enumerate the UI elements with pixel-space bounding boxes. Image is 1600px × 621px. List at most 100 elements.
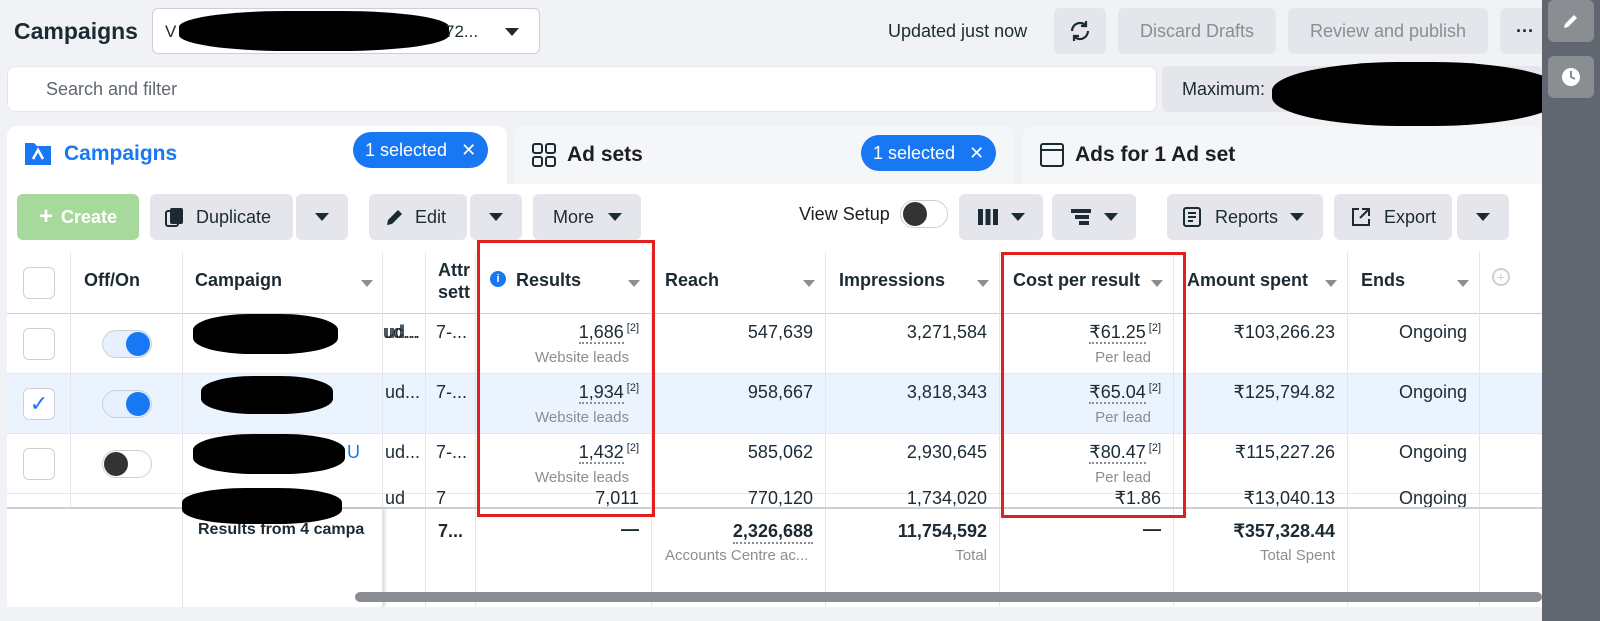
campaign-name-tail: U (347, 442, 360, 462)
header-campaign[interactable]: Campaign (183, 252, 383, 314)
checkbox-cell (7, 314, 71, 373)
chevron-down-icon (315, 213, 329, 221)
add-column-icon[interactable]: + (1492, 268, 1510, 286)
toggle-cell (71, 434, 183, 493)
close-icon[interactable]: ✕ (969, 143, 984, 164)
chevron-down-icon (1476, 213, 1490, 221)
selected-count: 1 selected (873, 142, 956, 163)
table-row[interactable]: ud... ud... 7-... 1,686 [2] Website leads … (7, 314, 1542, 374)
campaigns-selected-pill[interactable]: 1 selected ✕ (353, 132, 489, 168)
table-row[interactable]: U ud... 7-... 1,432 [2] Website leads 585,… (7, 434, 1542, 494)
header-reach[interactable]: Reach (652, 252, 826, 314)
footer-reach: 2,326,688 (732, 521, 813, 544)
grid-icon (532, 143, 556, 167)
export-button[interactable]: Export (1334, 194, 1452, 240)
edit-button[interactable]: Edit (369, 194, 467, 240)
horizontal-scrollbar[interactable] (355, 592, 1542, 602)
ends-value: Ongoing (1398, 442, 1467, 462)
tab-campaigns-label: Campaigns (64, 142, 178, 165)
redaction (201, 376, 333, 414)
reports-button[interactable]: Reports (1167, 194, 1323, 240)
reach-cell: 958,667 (652, 374, 826, 433)
footer-cost: — (1143, 519, 1161, 539)
campaign-name-cell[interactable]: U (183, 434, 383, 493)
header-off-on[interactable]: Off/On (71, 252, 183, 314)
discard-drafts-button[interactable]: Discard Drafts (1118, 8, 1276, 54)
redaction (182, 488, 342, 524)
edit-pencil-button[interactable] (1548, 0, 1594, 42)
history-button[interactable] (1548, 56, 1594, 98)
export-dropdown[interactable] (1457, 194, 1509, 240)
create-button[interactable]: + Create (17, 194, 139, 240)
truncated-text: ud... (385, 382, 421, 402)
row-checkbox[interactable]: ✓ (23, 388, 55, 420)
columns-icon (978, 209, 998, 225)
account-selector[interactable]: V 72... (152, 8, 540, 54)
truncated-text: ud... (385, 442, 421, 462)
adsets-selected-pill[interactable]: 1 selected ✕ (861, 135, 997, 171)
tab-adsets-label: Ad sets (567, 143, 643, 166)
header-ends[interactable]: Ends (1348, 252, 1480, 314)
redaction (193, 434, 345, 474)
tab-ads[interactable]: Ads for 1 Ad set (1023, 126, 1542, 184)
campaign-name-cell[interactable]: ud... (183, 314, 418, 373)
search-bar[interactable] (7, 66, 1157, 112)
close-icon[interactable]: ✕ (461, 140, 476, 161)
header-attribution[interactable]: Attr sett (426, 252, 476, 314)
tab-ads-label: Ads for 1 Ad set (1075, 143, 1236, 166)
columns-button[interactable] (959, 194, 1043, 240)
check-icon: ✓ (29, 391, 49, 416)
header-impressions[interactable]: Impressions (826, 252, 1000, 314)
campaign-table: Off/On Campaign Attr sett i Results Reac… (7, 252, 1542, 607)
duplicate-button[interactable]: Duplicate (150, 194, 293, 240)
refresh-button[interactable] (1054, 8, 1106, 54)
selected-count: 1 selected (365, 139, 448, 160)
tab-adsets[interactable]: Ad sets 1 selected ✕ (515, 126, 1013, 184)
reach-cell: 547,639 (652, 314, 826, 373)
tab-campaigns[interactable]: Campaigns 1 selected ✕ (7, 126, 507, 184)
campaign-toggle[interactable] (102, 330, 152, 358)
campaign-toggle[interactable] (102, 390, 152, 418)
spent-value: ₹13,040.13 (1243, 488, 1335, 508)
table-row[interactable]: ✓ ud... 7-... 1,934 [2] Website leads 958,… (7, 374, 1542, 434)
ends-cell: Ongoing (1348, 374, 1480, 433)
more-button[interactable]: More (533, 194, 641, 240)
row-checkbox[interactable] (23, 448, 55, 480)
truncated-text: ud... (385, 322, 421, 342)
impressions-cell: 3,271,584 (826, 314, 1000, 373)
chevron-down-icon (608, 213, 623, 221)
header-amount-spent[interactable]: Amount spent (1174, 252, 1348, 314)
view-setup-toggle[interactable] (900, 200, 948, 228)
edit-dropdown[interactable] (470, 194, 522, 240)
impressions-cell: 2,930,645 (826, 434, 1000, 493)
spent-cell: ₹125,794.82 (1174, 374, 1348, 433)
edit-label: Edit (415, 206, 447, 227)
chevron-down-icon (1325, 280, 1337, 287)
reach-value: 770,120 (747, 488, 813, 508)
duplicate-dropdown[interactable] (296, 194, 348, 240)
footer-impressions-sub: Total (955, 547, 987, 564)
header-label-2: sett (438, 282, 471, 302)
header-gap (383, 252, 426, 314)
chevron-down-icon (977, 280, 989, 287)
impressions-value: 3,818,343 (906, 382, 987, 402)
cost-highlight-box (1001, 252, 1186, 518)
search-input[interactable] (46, 79, 746, 100)
pencil-icon (1564, 15, 1577, 28)
header-label: Impressions (839, 270, 946, 290)
toggle-cell (71, 374, 183, 433)
chevron-down-icon (1104, 213, 1118, 221)
checkbox-cell (7, 434, 71, 493)
row-checkbox[interactable] (23, 328, 55, 360)
breakdown-button[interactable] (1052, 194, 1136, 240)
campaign-name-cell[interactable] (183, 374, 383, 433)
attribution-cell: 7-... (426, 374, 476, 433)
header-label: Reach (665, 270, 720, 290)
footer-spent-sub: Total Spent (1259, 547, 1335, 564)
review-publish-button[interactable]: Review and publish (1288, 8, 1488, 54)
footer-spent: ₹357,328.44 (1233, 521, 1335, 541)
attribution-value: 7 (436, 488, 447, 508)
toggle-cell (71, 314, 183, 373)
campaign-toggle[interactable] (102, 450, 152, 478)
select-all-checkbox[interactable] (23, 267, 55, 299)
